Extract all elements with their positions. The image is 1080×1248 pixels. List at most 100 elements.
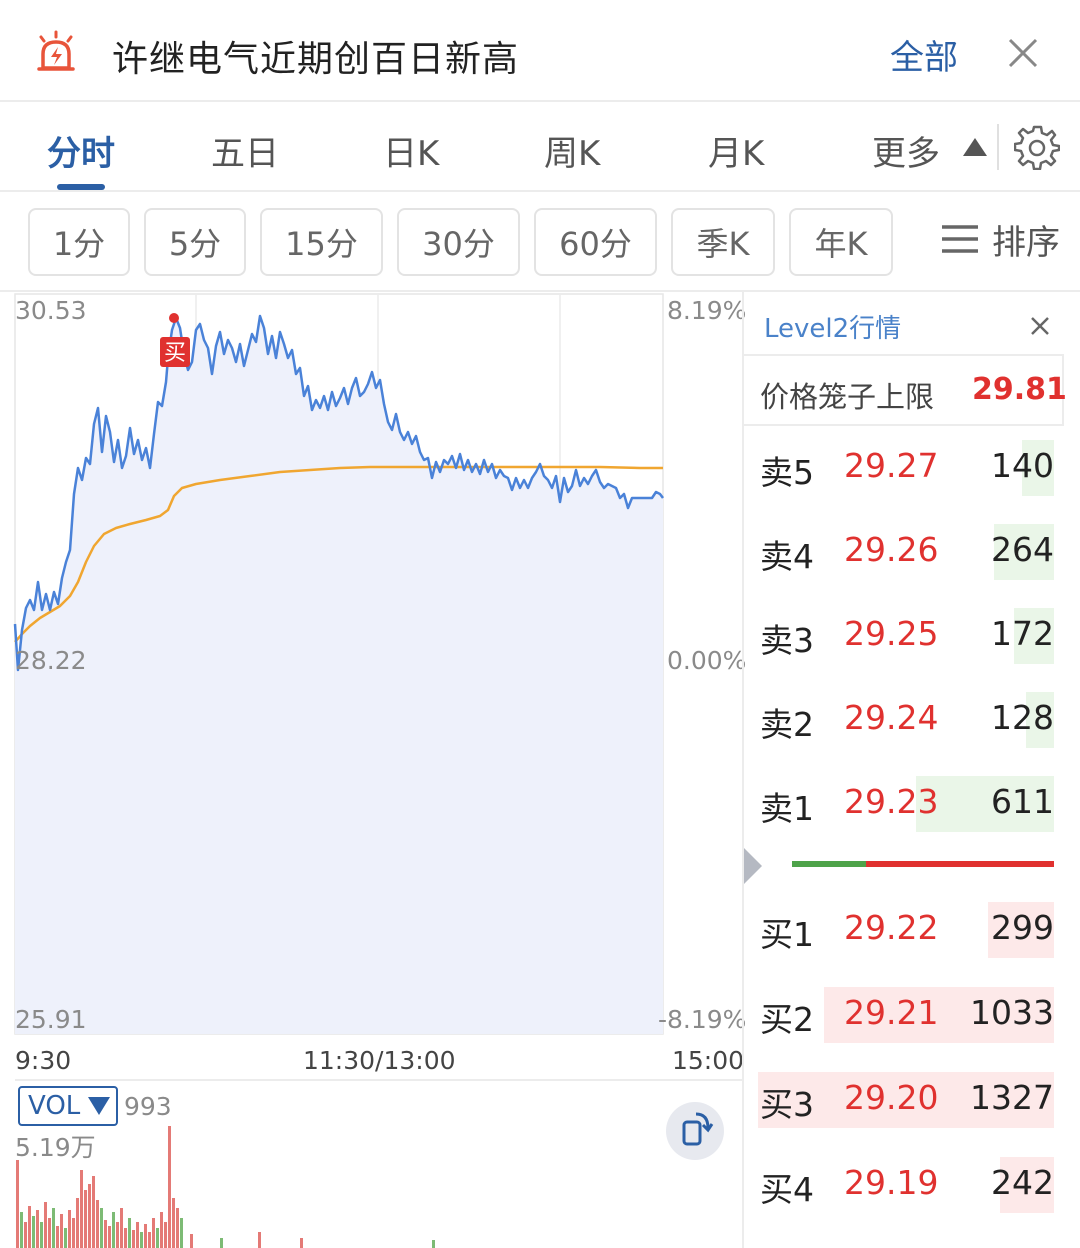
vol-label: VOL	[28, 1091, 81, 1121]
vol-bar	[72, 1218, 75, 1248]
ask-row-4[interactable]: 卖4 29.26 264	[744, 518, 1080, 586]
vol-bar	[88, 1184, 91, 1248]
bid-level-label: 买2	[760, 1000, 814, 1039]
ask-level-label: 卖4	[760, 537, 814, 576]
time-axis-end: 15:00	[672, 1046, 745, 1075]
bid-row-3[interactable]: 买3 29.20 1327	[744, 1066, 1080, 1134]
bid-row-2[interactable]: 买2 29.21 1033	[744, 981, 1080, 1049]
tab-daily-k[interactable]: 日K	[383, 126, 439, 175]
ask-level-label: 卖3	[760, 621, 814, 660]
triangle-down-icon	[88, 1097, 111, 1115]
ask-price: 29.24	[844, 698, 939, 737]
vol-bar	[112, 1212, 115, 1248]
ask-level-label: 卖1	[760, 789, 814, 828]
ask-row-5[interactable]: 卖5 29.27 140	[744, 434, 1080, 502]
ask-volume: 128	[991, 698, 1054, 737]
vol-bar	[76, 1198, 79, 1248]
vol-bar	[108, 1226, 111, 1248]
chip-1min[interactable]: 1分	[28, 208, 130, 276]
tab-monthly-k[interactable]: 月K	[708, 126, 764, 175]
bid-volume: 1033	[970, 993, 1054, 1032]
price-cage-value: 29.81	[972, 372, 1067, 407]
time-axis-start: 9:30	[15, 1046, 72, 1075]
ask-row-3[interactable]: 卖3 29.25 172	[744, 602, 1080, 670]
gear-icon[interactable]	[1014, 124, 1060, 170]
bid-ratio-bar	[866, 861, 1054, 867]
close-icon[interactable]	[1030, 316, 1050, 336]
price-axis-top: 30.53	[15, 296, 87, 325]
bid-level-label: 买4	[760, 1170, 814, 1209]
vol-bar	[80, 1170, 83, 1248]
pct-axis-bottom: -8.19%	[658, 1005, 747, 1034]
vol-bar	[190, 1234, 193, 1248]
ask-price: 29.26	[844, 530, 939, 569]
level2-title: Level2行情	[764, 314, 902, 344]
close-icon[interactable]	[1006, 36, 1040, 70]
chip-quarter-k[interactable]: 季K	[671, 208, 775, 276]
price-axis-bottom: 25.91	[15, 1005, 87, 1034]
bid-price: 29.22	[844, 908, 939, 947]
vol-bar	[44, 1202, 47, 1248]
caret-up-icon[interactable]	[963, 138, 987, 156]
expand-arrow-icon[interactable]	[744, 848, 762, 884]
bid-volume: 242	[991, 1163, 1054, 1202]
menu-icon	[942, 225, 978, 253]
buy-marker-dot	[169, 313, 179, 323]
bid-row-1[interactable]: 买1 29.22 299	[744, 896, 1080, 964]
vol-bar	[104, 1220, 107, 1248]
alarm-icon	[37, 30, 75, 71]
vol-bar	[168, 1126, 171, 1248]
bid-volume: 299	[991, 908, 1054, 947]
price-fill	[15, 316, 663, 1034]
ask-ratio-bar	[792, 861, 866, 867]
vol-bar	[124, 1228, 127, 1248]
tab-more[interactable]: 更多	[872, 126, 940, 175]
vol-bar	[128, 1218, 131, 1248]
vol-bar	[180, 1218, 183, 1248]
price-cage-row: 价格笼子上限 29.81	[744, 354, 1067, 426]
vol-bar	[120, 1208, 123, 1248]
tab-intraday[interactable]: 分时	[47, 126, 115, 175]
buy-marker-text: 买	[164, 341, 186, 366]
bid-volume: 1327	[970, 1078, 1054, 1117]
chip-15min[interactable]: 15分	[260, 208, 383, 276]
chip-60min[interactable]: 60分	[534, 208, 657, 276]
vol-bar	[68, 1210, 71, 1248]
vol-bar	[176, 1208, 179, 1248]
alert-header: 许继电气近期创百日新高 全部	[0, 0, 1080, 102]
vol-bar	[132, 1230, 135, 1248]
ask-level-label: 卖5	[760, 453, 814, 492]
all-alerts-link[interactable]: 全部	[890, 30, 958, 79]
ask-row-1[interactable]: 卖1 29.23 611	[744, 770, 1080, 838]
vol-bar	[172, 1198, 175, 1248]
time-axis-mid: 11:30/13:00	[303, 1046, 456, 1075]
ask-row-2[interactable]: 卖2 29.24 128	[744, 686, 1080, 754]
tab-five-day[interactable]: 五日	[211, 126, 279, 175]
vol-indicator-select[interactable]: VOL	[18, 1086, 118, 1126]
rotate-screen-button[interactable]	[666, 1102, 724, 1160]
ask-price: 29.27	[844, 446, 939, 485]
tab-weekly-k[interactable]: 周K	[544, 126, 600, 175]
ask-price: 29.23	[844, 782, 939, 821]
chip-year-k[interactable]: 年K	[789, 208, 893, 276]
chip-5min[interactable]: 5分	[144, 208, 246, 276]
vol-bar	[36, 1210, 39, 1248]
vol-bar	[140, 1232, 143, 1248]
ask-volume: 264	[991, 530, 1054, 569]
vol-bar	[64, 1228, 67, 1248]
chip-30min[interactable]: 30分	[397, 208, 520, 276]
vol-bar	[56, 1226, 59, 1248]
vol-bar	[432, 1240, 435, 1248]
alert-title[interactable]: 许继电气近期创百日新高	[112, 30, 519, 82]
vol-bar	[32, 1216, 35, 1248]
vol-bar	[258, 1232, 261, 1248]
vol-bar	[220, 1238, 223, 1248]
volume-current: 993	[124, 1092, 172, 1121]
pct-axis-mid: 0.00%	[667, 646, 747, 675]
sort-button[interactable]: 排序	[940, 214, 1060, 264]
ask-volume: 172	[991, 614, 1054, 653]
vol-bar	[300, 1238, 303, 1248]
rotate-icon	[682, 1112, 714, 1146]
vol-bar	[96, 1200, 99, 1248]
bid-row-4[interactable]: 买4 29.19 242	[744, 1151, 1080, 1219]
